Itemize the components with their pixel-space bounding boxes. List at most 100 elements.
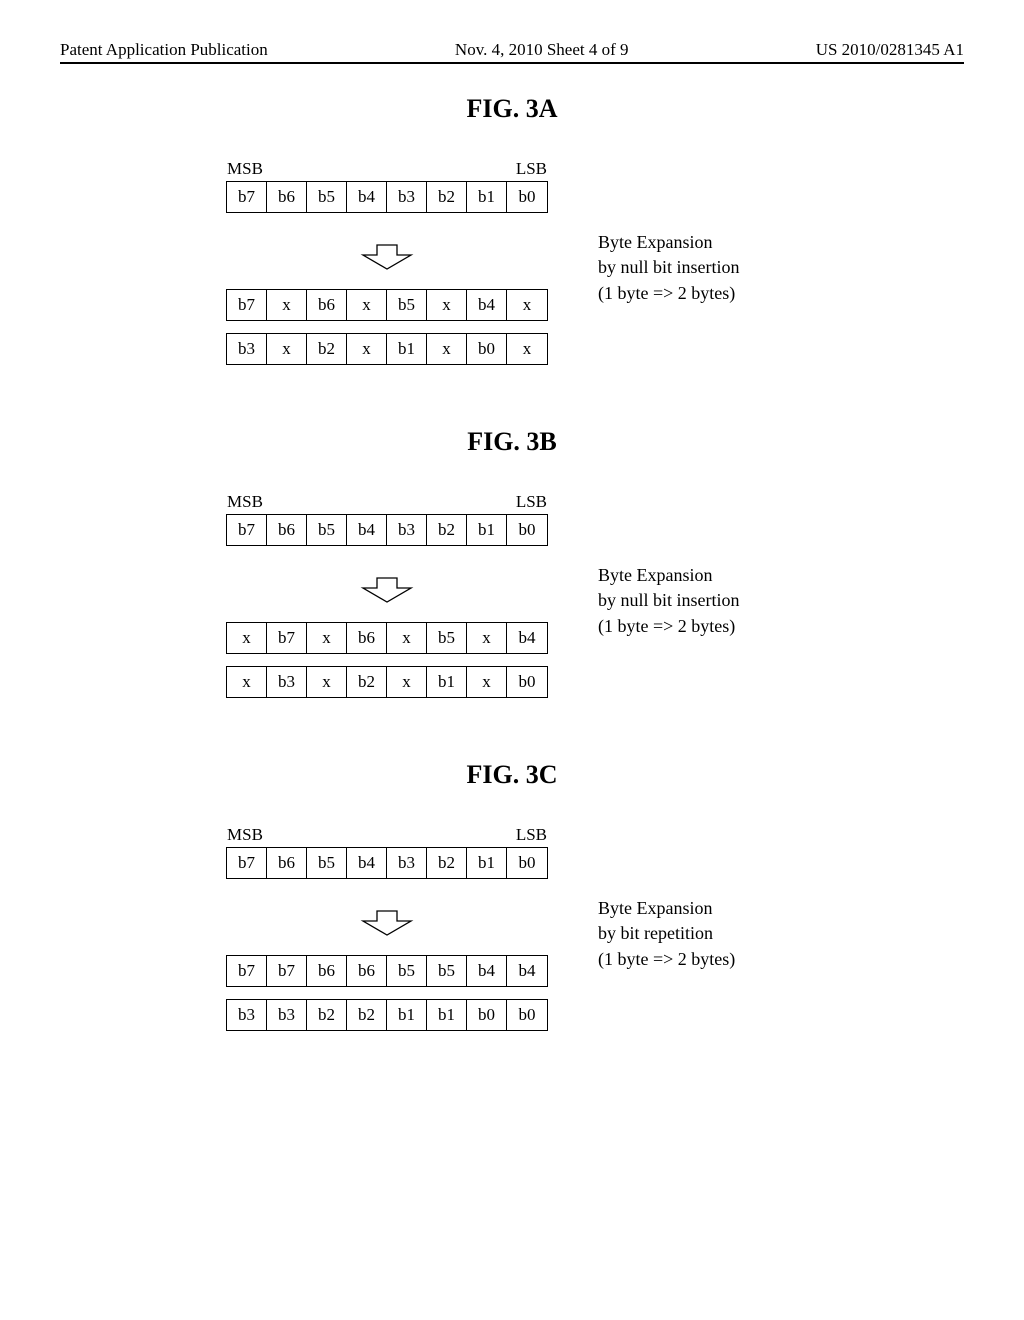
bit-cell: b4 bbox=[467, 290, 507, 320]
output-byte-row: x b7 x b6 x b5 x b4 bbox=[226, 622, 548, 654]
bit-cell: b7 bbox=[267, 956, 307, 986]
bit-cell: b1 bbox=[427, 1000, 467, 1030]
output-byte-row: b7 b7 b6 b6 b5 b5 b4 b4 bbox=[226, 955, 548, 987]
bit-cell: b3 bbox=[227, 334, 267, 364]
bit-cell: x bbox=[307, 667, 347, 697]
bit-cell: x bbox=[307, 623, 347, 653]
msb-label: MSB bbox=[227, 159, 263, 179]
figure-3b: FIG. 3B MSB LSB b7 b6 b5 b4 b3 b2 b1 b0 bbox=[60, 427, 964, 710]
bit-cell: x bbox=[507, 334, 547, 364]
bit-cell: b2 bbox=[307, 1000, 347, 1030]
bit-cell: b5 bbox=[427, 623, 467, 653]
bit-cell: x bbox=[227, 623, 267, 653]
bit-cell: b3 bbox=[267, 667, 307, 697]
bit-cell: b5 bbox=[427, 956, 467, 986]
bit-cell: b7 bbox=[227, 182, 267, 212]
source-byte-row: b7 b6 b5 b4 b3 b2 b1 b0 bbox=[226, 514, 548, 546]
bit-cell: b6 bbox=[267, 515, 307, 545]
lsb-label: LSB bbox=[516, 825, 547, 845]
bit-cell: b6 bbox=[307, 956, 347, 986]
source-byte-row: b7 b6 b5 b4 b3 b2 b1 b0 bbox=[226, 181, 548, 213]
bit-cell: b6 bbox=[347, 956, 387, 986]
bit-cell: b3 bbox=[387, 848, 427, 878]
down-arrow-icon bbox=[357, 243, 417, 271]
bit-cell: b2 bbox=[427, 182, 467, 212]
bit-cell: b4 bbox=[347, 848, 387, 878]
bit-cell: b0 bbox=[467, 334, 507, 364]
bit-cell: x bbox=[467, 667, 507, 697]
bit-cell: b0 bbox=[507, 515, 547, 545]
bit-cell: b5 bbox=[307, 848, 347, 878]
bit-cell: b7 bbox=[227, 515, 267, 545]
desc-line: Byte Expansion bbox=[598, 563, 798, 588]
desc-line: Byte Expansion bbox=[598, 896, 798, 921]
diagram-3b: MSB LSB b7 b6 b5 b4 b3 b2 b1 b0 bbox=[226, 492, 548, 710]
desc-line: (1 byte => 2 bytes) bbox=[598, 614, 798, 639]
bit-cell: b1 bbox=[427, 667, 467, 697]
bit-cell: x bbox=[467, 623, 507, 653]
bit-cell: b4 bbox=[467, 956, 507, 986]
desc-line: by null bit insertion bbox=[598, 255, 798, 280]
desc-line: by null bit insertion bbox=[598, 588, 798, 613]
desc-line: (1 byte => 2 bytes) bbox=[598, 281, 798, 306]
figure-description: Byte Expansion by null bit insertion (1 … bbox=[598, 563, 798, 639]
bit-cell: b3 bbox=[267, 1000, 307, 1030]
figure-title: FIG. 3A bbox=[60, 94, 964, 124]
header-mid: Nov. 4, 2010 Sheet 4 of 9 bbox=[455, 40, 629, 60]
lsb-label: LSB bbox=[516, 159, 547, 179]
bit-cell: b5 bbox=[307, 515, 347, 545]
down-arrow-icon bbox=[357, 909, 417, 937]
bit-cell: b1 bbox=[467, 182, 507, 212]
bit-cell: b0 bbox=[507, 667, 547, 697]
output-byte-row: b7 x b6 x b5 x b4 x bbox=[226, 289, 548, 321]
bit-cell: b5 bbox=[307, 182, 347, 212]
desc-line: Byte Expansion bbox=[598, 230, 798, 255]
output-byte-row: b3 x b2 x b1 x b0 x bbox=[226, 333, 548, 365]
bit-cell: x bbox=[267, 290, 307, 320]
bit-cell: b5 bbox=[387, 956, 427, 986]
bit-cell: b3 bbox=[387, 182, 427, 212]
lsb-label: LSB bbox=[516, 492, 547, 512]
bit-cell: x bbox=[347, 334, 387, 364]
diagram-3a: MSB LSB b7 b6 b5 b4 b3 b2 b1 b0 bbox=[226, 159, 548, 377]
bit-cell: b1 bbox=[387, 1000, 427, 1030]
figure-description: Byte Expansion by null bit insertion (1 … bbox=[598, 230, 798, 306]
bit-cell: b7 bbox=[227, 290, 267, 320]
bit-cell: x bbox=[347, 290, 387, 320]
source-byte-row: b7 b6 b5 b4 b3 b2 b1 b0 bbox=[226, 847, 548, 879]
bit-cell: b7 bbox=[267, 623, 307, 653]
bit-cell: x bbox=[387, 623, 427, 653]
figure-3c: FIG. 3C MSB LSB b7 b6 b5 b4 b3 b2 b1 b0 bbox=[60, 760, 964, 1043]
bit-cell: b7 bbox=[227, 956, 267, 986]
bit-cell: b1 bbox=[387, 334, 427, 364]
bit-cell: b0 bbox=[507, 182, 547, 212]
bit-cell: x bbox=[267, 334, 307, 364]
bit-cell: b7 bbox=[227, 848, 267, 878]
bit-cell: b4 bbox=[507, 956, 547, 986]
bit-cell: b0 bbox=[507, 848, 547, 878]
bit-cell: b0 bbox=[467, 1000, 507, 1030]
desc-line: by bit repetition bbox=[598, 921, 798, 946]
bit-cell: b6 bbox=[307, 290, 347, 320]
bit-cell: b4 bbox=[507, 623, 547, 653]
bit-cell: b3 bbox=[227, 1000, 267, 1030]
header-right: US 2010/0281345 A1 bbox=[816, 40, 964, 60]
page-header: Patent Application Publication Nov. 4, 2… bbox=[60, 40, 964, 64]
bit-cell: b6 bbox=[347, 623, 387, 653]
bit-cell: b2 bbox=[427, 515, 467, 545]
bit-cell: b1 bbox=[467, 848, 507, 878]
bit-cell: b2 bbox=[307, 334, 347, 364]
bit-cell: b4 bbox=[347, 515, 387, 545]
bit-cell: x bbox=[427, 334, 467, 364]
desc-line: (1 byte => 2 bytes) bbox=[598, 947, 798, 972]
bit-cell: b2 bbox=[347, 1000, 387, 1030]
bit-cell: b4 bbox=[347, 182, 387, 212]
bit-cell: x bbox=[427, 290, 467, 320]
msb-label: MSB bbox=[227, 825, 263, 845]
diagram-3c: MSB LSB b7 b6 b5 b4 b3 b2 b1 b0 bbox=[226, 825, 548, 1043]
output-byte-row: b3 b3 b2 b2 b1 b1 b0 b0 bbox=[226, 999, 548, 1031]
figure-title: FIG. 3B bbox=[60, 427, 964, 457]
bit-cell: x bbox=[227, 667, 267, 697]
bit-cell: b2 bbox=[347, 667, 387, 697]
bit-cell: b1 bbox=[467, 515, 507, 545]
